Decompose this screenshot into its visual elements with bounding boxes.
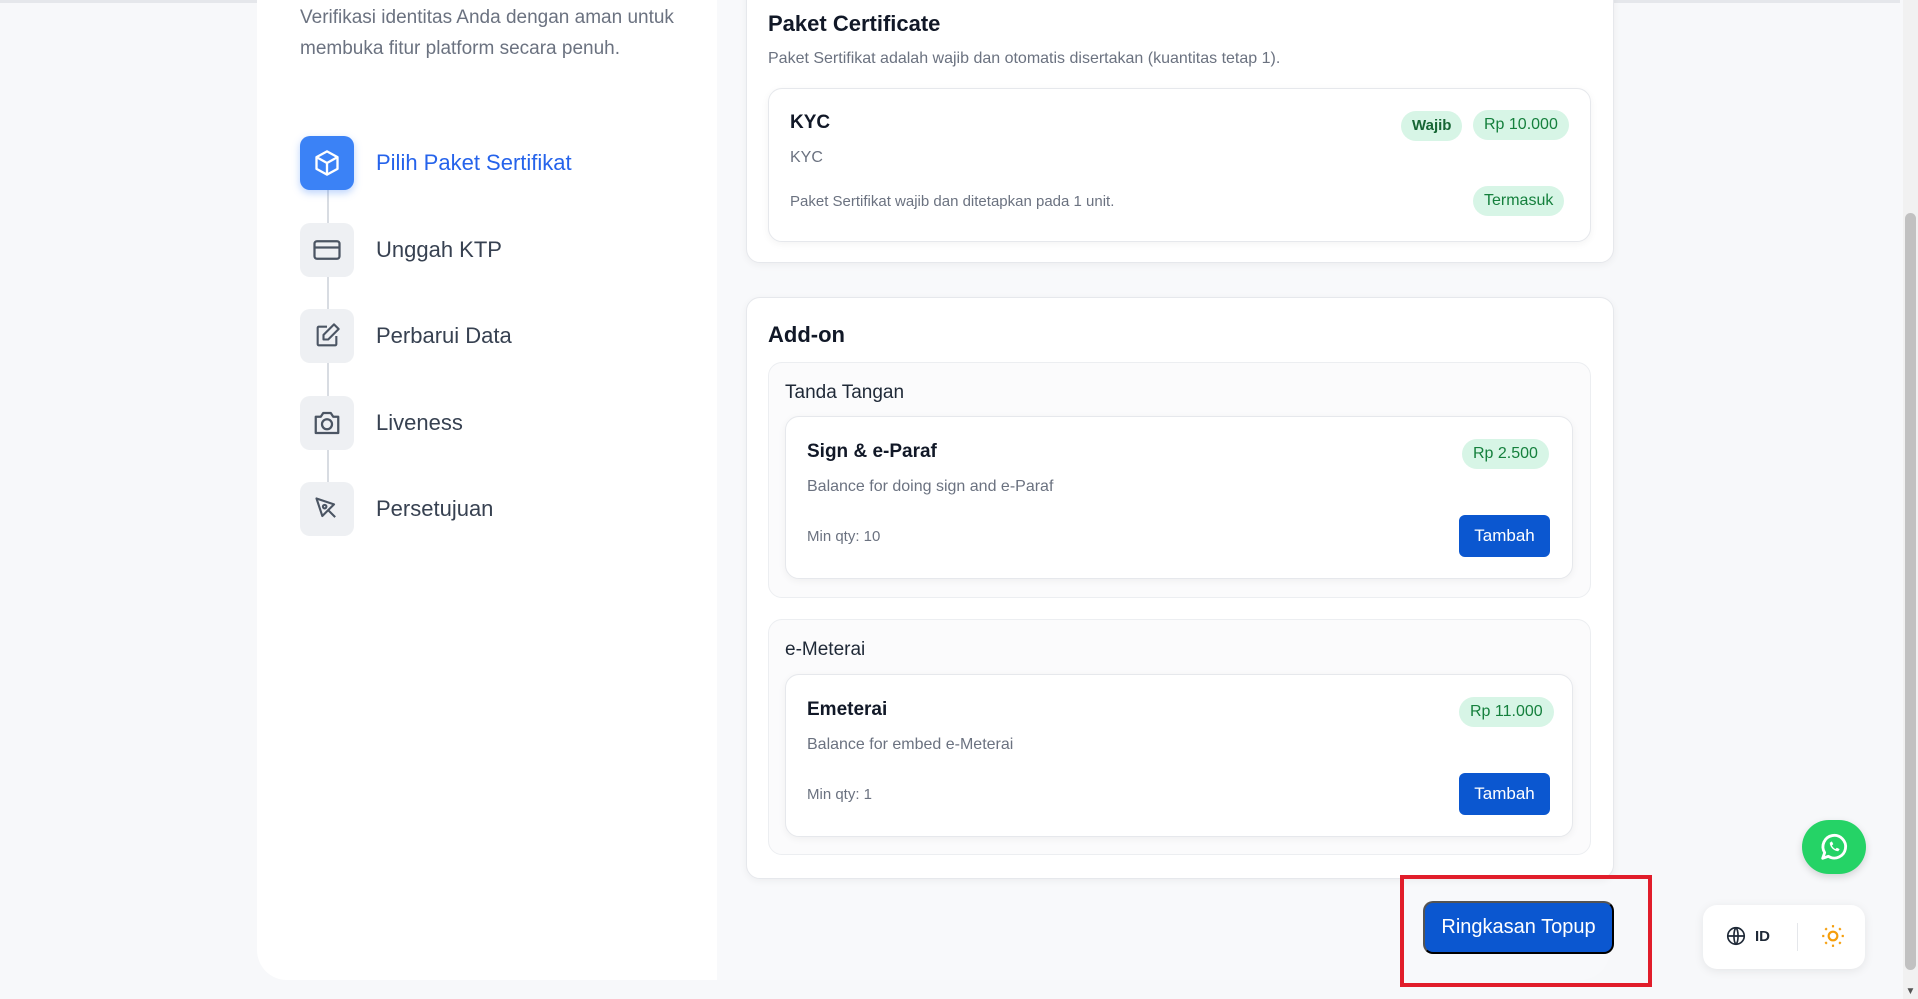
step-pilih-paket[interactable]: Pilih Paket Sertifikat: [300, 136, 572, 190]
addon-item-description: Balance for embed e-Meterai: [807, 736, 1014, 753]
kyc-description: KYC: [790, 149, 823, 166]
addon-item-card: [785, 674, 1573, 837]
step-label: Liveness: [376, 410, 463, 435]
whatsapp-icon: [1821, 833, 1848, 860]
id-card-icon: [300, 223, 354, 277]
package-subtitle: Paket Sertifikat adalah wajib dan otomat…: [768, 50, 1281, 67]
scroll-down-arrow-icon[interactable]: ▼: [1903, 984, 1918, 999]
kyc-item-card: [768, 88, 1591, 242]
kyc-note: Paket Sertifikat wajib dan ditetapkan pa…: [790, 193, 1115, 210]
required-badge: Wajib: [1401, 111, 1463, 141]
step-liveness[interactable]: Liveness: [300, 396, 463, 450]
add-sign-button[interactable]: Tambah: [1459, 515, 1550, 557]
addon-min-qty: Min qty: 1: [807, 786, 873, 803]
step-perbarui-data[interactable]: Perbarui Data: [300, 309, 512, 363]
addon-item-name: Emeterai: [807, 699, 888, 720]
step-label: Unggah KTP: [376, 237, 502, 262]
edit-icon: [300, 309, 354, 363]
addon-group-title: e-Meterai: [785, 639, 866, 660]
settings-toolbar: ID: [1703, 905, 1865, 969]
intro-text: Verifikasi identitas Anda dengan aman un…: [300, 7, 674, 59]
camera-icon: [300, 396, 354, 450]
globe-icon: [1726, 926, 1746, 946]
theme-toggle[interactable]: [1820, 923, 1846, 954]
addon-item-description: Balance for doing sign and e-Paraf: [807, 478, 1054, 495]
sun-icon: [1822, 925, 1844, 947]
addon-title: Add-on: [768, 322, 845, 347]
scrollbar-thumb[interactable]: [1905, 213, 1916, 970]
step-label: Perbarui Data: [376, 323, 512, 348]
package-title: Paket Certificate: [768, 11, 941, 36]
step-unggah-ktp[interactable]: Unggah KTP: [300, 223, 502, 277]
addon-min-qty: Min qty: 10: [807, 528, 881, 545]
kyc-price-badge: Rp 10.000: [1473, 110, 1569, 140]
included-badge: Termasuk: [1473, 186, 1565, 216]
language-switcher[interactable]: ID: [1725, 925, 1770, 947]
addon-item-name: Sign & e-Paraf: [807, 441, 937, 462]
whatsapp-button[interactable]: [1802, 820, 1866, 874]
cube-icon: [300, 136, 354, 190]
step-persetujuan[interactable]: Persetujuan: [300, 482, 493, 536]
summary-topup-button[interactable]: Ringkasan Topup: [1423, 901, 1614, 954]
toolbar-divider: [1797, 923, 1798, 951]
addon-price-badge: Rp 2.500: [1462, 439, 1549, 469]
kyc-name: KYC: [790, 112, 831, 133]
step-label: Pilih Paket Sertifikat: [376, 150, 572, 175]
addon-group-title: Tanda Tangan: [785, 382, 905, 403]
pen-nib-icon: [300, 482, 354, 536]
addon-price-badge: Rp 11.000: [1459, 697, 1554, 727]
step-label: Persetujuan: [376, 496, 494, 521]
add-emeterai-button[interactable]: Tambah: [1459, 773, 1550, 815]
language-code: ID: [1755, 927, 1770, 945]
